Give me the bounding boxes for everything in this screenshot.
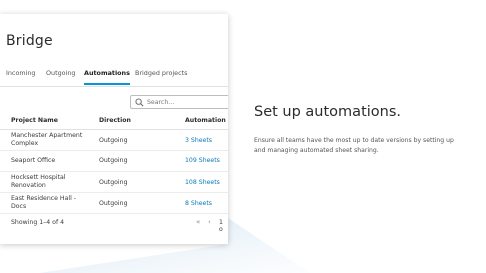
tab-outgoing[interactable]: Outgoing: [46, 64, 75, 85]
table-row[interactable]: Seaport Office Outgoing 109 Sheets: [0, 151, 228, 172]
project-name: East Residence Hall - Docs: [11, 195, 77, 210]
tab-bar: Incoming Outgoing Automations Bridged pr…: [0, 64, 228, 87]
prev-page-button[interactable]: ‹: [208, 218, 211, 226]
showing-count: Showing 1–4 of 4: [11, 219, 65, 226]
column-automation-on[interactable]: Automation on: [185, 113, 228, 129]
hero-title: Set up automations.: [254, 104, 402, 120]
first-page-button[interactable]: «: [196, 218, 200, 226]
direction: Outgoing: [99, 157, 128, 164]
table-row[interactable]: Manchester Apartment Complex Outgoing 3 …: [0, 130, 228, 151]
table-row[interactable]: East Residence Hall - Docs Outgoing 8 Sh…: [0, 193, 228, 214]
direction: Outgoing: [99, 200, 128, 207]
page-indicator: 1 o: [219, 219, 223, 233]
direction: Outgoing: [99, 179, 128, 186]
app-title: Bridge: [6, 33, 53, 49]
table-footer: Showing 1–4 of 4 « ‹ 1 o: [0, 215, 228, 233]
column-project-name[interactable]: Project Name: [11, 113, 58, 129]
bridge-panel: Bridge Incoming Outgoing Automations Bri…: [0, 14, 228, 244]
tab-bridged-projects[interactable]: Bridged projects: [135, 64, 187, 85]
search-icon: [135, 98, 144, 107]
automation-link[interactable]: 108 Sheets: [185, 179, 220, 187]
tab-incoming[interactable]: Incoming: [6, 64, 35, 85]
project-name: Hocksett Hospital Renovation: [11, 174, 66, 189]
search-placeholder: Search...: [147, 99, 175, 106]
automation-link[interactable]: 109 Sheets: [185, 157, 220, 165]
hero-description: Ensure all teams have the most up to dat…: [254, 137, 454, 154]
column-direction[interactable]: Direction: [99, 113, 131, 129]
direction: Outgoing: [99, 137, 128, 144]
tab-automations[interactable]: Automations: [84, 64, 130, 85]
table-header: Project Name Direction Automation on: [0, 113, 228, 130]
automation-link[interactable]: 3 Sheets: [185, 137, 212, 145]
table-row[interactable]: Hocksett Hospital Renovation Outgoing 10…: [0, 172, 228, 193]
project-name: Seaport Office: [11, 157, 56, 164]
project-name: Manchester Apartment Complex: [11, 132, 83, 147]
automation-link[interactable]: 8 Sheets: [185, 200, 212, 208]
search-input[interactable]: Search...: [130, 95, 228, 109]
